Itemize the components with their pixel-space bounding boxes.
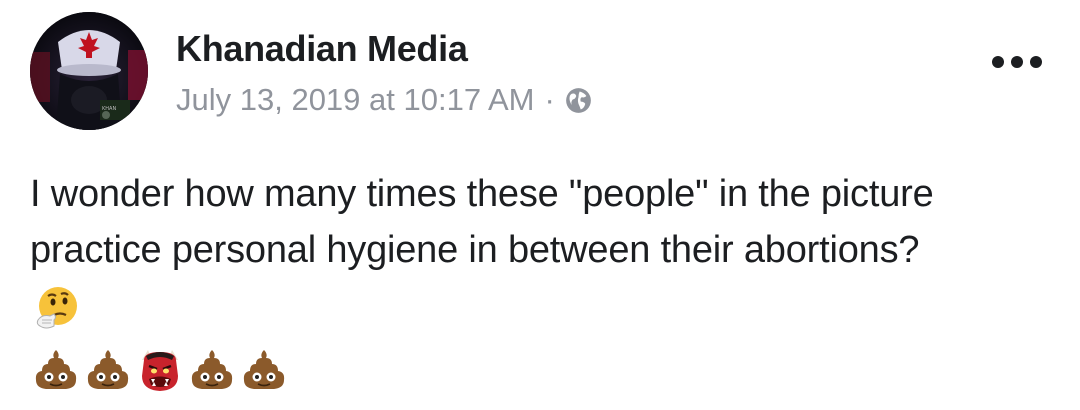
more-dot [1030,56,1042,68]
more-dot [1011,56,1023,68]
ogre-emoji [142,350,178,391]
more-dot [992,56,1004,68]
emoji-line-2 [32,346,288,394]
globe-icon[interactable] [565,87,592,114]
more-options-icon[interactable] [992,56,1042,70]
thinking-face-emoji [36,287,77,329]
pile-of-poo-emoji [87,350,129,389]
meta-separator: · [544,82,555,117]
pile-of-poo-emoji [243,350,285,389]
avatar[interactable]: KHAN [30,12,148,130]
facebook-post: KHAN Khanadian Media July 13, 2019 at 10… [0,0,1080,410]
post-text-line-1: I wonder how many times these "people" i… [30,173,934,215]
emoji-line-1 [32,284,80,332]
pile-of-poo-emoji [191,350,233,389]
pile-of-poo-emoji [35,350,77,389]
post-timestamp[interactable]: July 13, 2019 at 10:17 AM [176,82,534,118]
avatar-image: KHAN [30,12,148,130]
post-meta: July 13, 2019 at 10:17 AM · [176,82,592,118]
post-text-line-2: practice personal hygiene in between the… [30,229,920,271]
post-text: I wonder how many times these "people" i… [30,166,1060,278]
author-name[interactable]: Khanadian Media [176,28,468,70]
svg-text:KHAN: KHAN [102,106,116,112]
